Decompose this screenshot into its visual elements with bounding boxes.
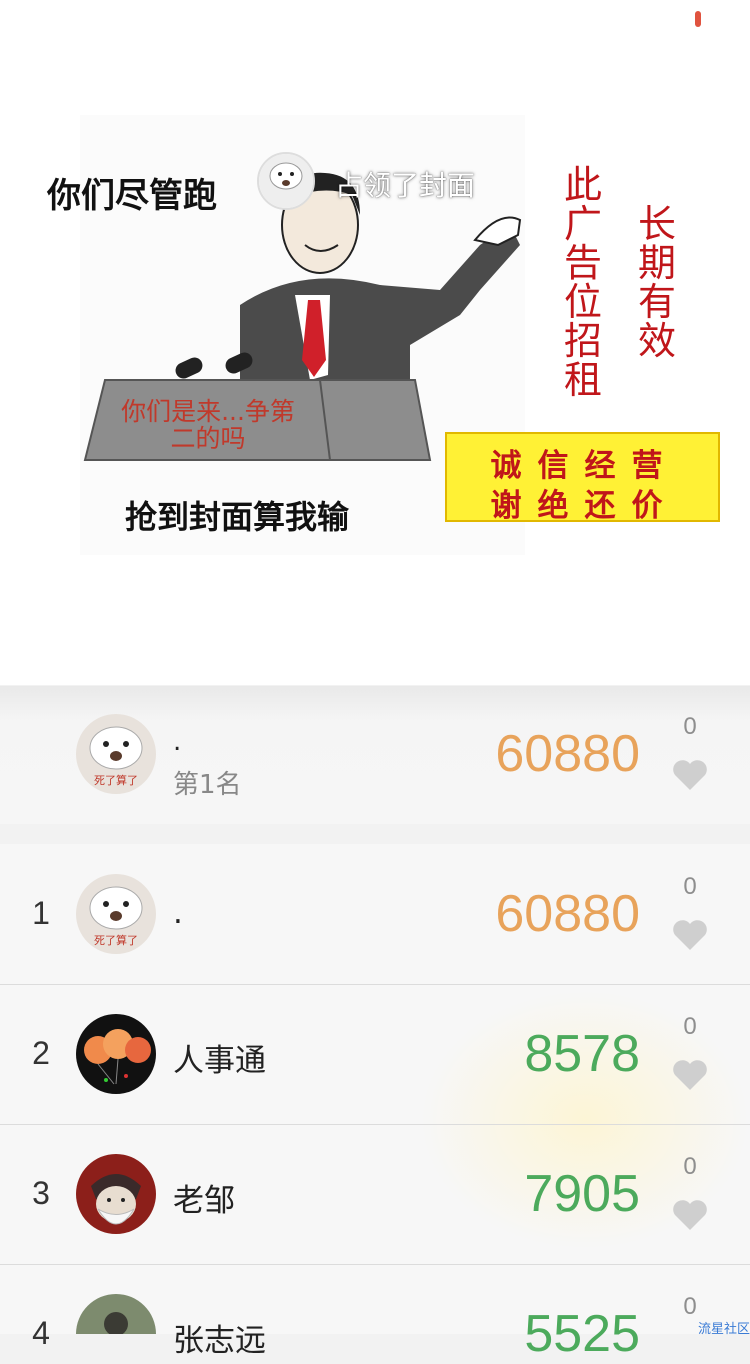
- ad-vertical-text-1: 此广告位招租: [563, 163, 602, 402]
- my-avatar[interactable]: 死了算了: [76, 714, 156, 794]
- like-count: 0: [683, 873, 697, 900]
- watermark: 流星社区: [697, 1322, 750, 1337]
- user-avatar[interactable]: [76, 1014, 156, 1094]
- like-count: 0: [683, 1153, 697, 1180]
- user-steps: 8578: [524, 1025, 640, 1083]
- cover-banner[interactable]: 你们尽管跑 占领了封面 你们是来...争第二的吗 此广告位招租 长期有效 诚信经…: [0, 0, 750, 685]
- my-like-count: 0: [683, 713, 697, 740]
- user-steps: 5525: [524, 1305, 640, 1363]
- podium-text: 你们是来...争第二的吗: [121, 397, 295, 453]
- cover-owner-avatar[interactable]: [257, 152, 315, 210]
- ad-vertical-text-2: 长期有效: [637, 202, 676, 363]
- user-avatar[interactable]: 死了算了: [76, 874, 156, 954]
- like-count: 0: [683, 1293, 697, 1320]
- ad-slogan-line-2: 谢绝还价: [490, 488, 679, 524]
- user-avatar[interactable]: [76, 1154, 156, 1234]
- rank-number: 1: [32, 895, 50, 931]
- user-steps: 7905: [524, 1165, 640, 1223]
- cover-caption: 占领了封面: [335, 169, 476, 202]
- user-name: 老邹: [173, 1183, 235, 1219]
- rank-number: 3: [32, 1175, 50, 1211]
- svg-text:死了算了: 死了算了: [94, 773, 138, 787]
- like-heart-icon[interactable]: [672, 1059, 708, 1091]
- status-indicator: [695, 11, 701, 27]
- meme-top-text: 你们尽管跑: [47, 176, 217, 216]
- user-name: 张志远: [173, 1323, 266, 1359]
- ad-slogan-line-1: 诚信经营: [490, 448, 679, 484]
- like-heart-icon[interactable]: [672, 919, 708, 951]
- ad-slogan-box: 诚信经营 谢绝还价: [445, 432, 720, 524]
- my-rank-label: 第1名: [173, 770, 242, 800]
- user-name: .: [173, 895, 183, 931]
- user-steps: 60880: [495, 885, 640, 943]
- my-name: .: [173, 727, 182, 757]
- svg-text:死了算了: 死了算了: [94, 933, 138, 947]
- my-like-heart-icon[interactable]: [672, 759, 708, 791]
- like-count: 0: [683, 1013, 697, 1040]
- meme-bottom-text: 抢到封面算我输: [125, 498, 350, 536]
- my-steps: 60880: [495, 725, 640, 783]
- like-heart-icon[interactable]: [672, 1199, 708, 1231]
- rank-number: 2: [32, 1035, 50, 1071]
- user-name: 人事通: [173, 1043, 266, 1079]
